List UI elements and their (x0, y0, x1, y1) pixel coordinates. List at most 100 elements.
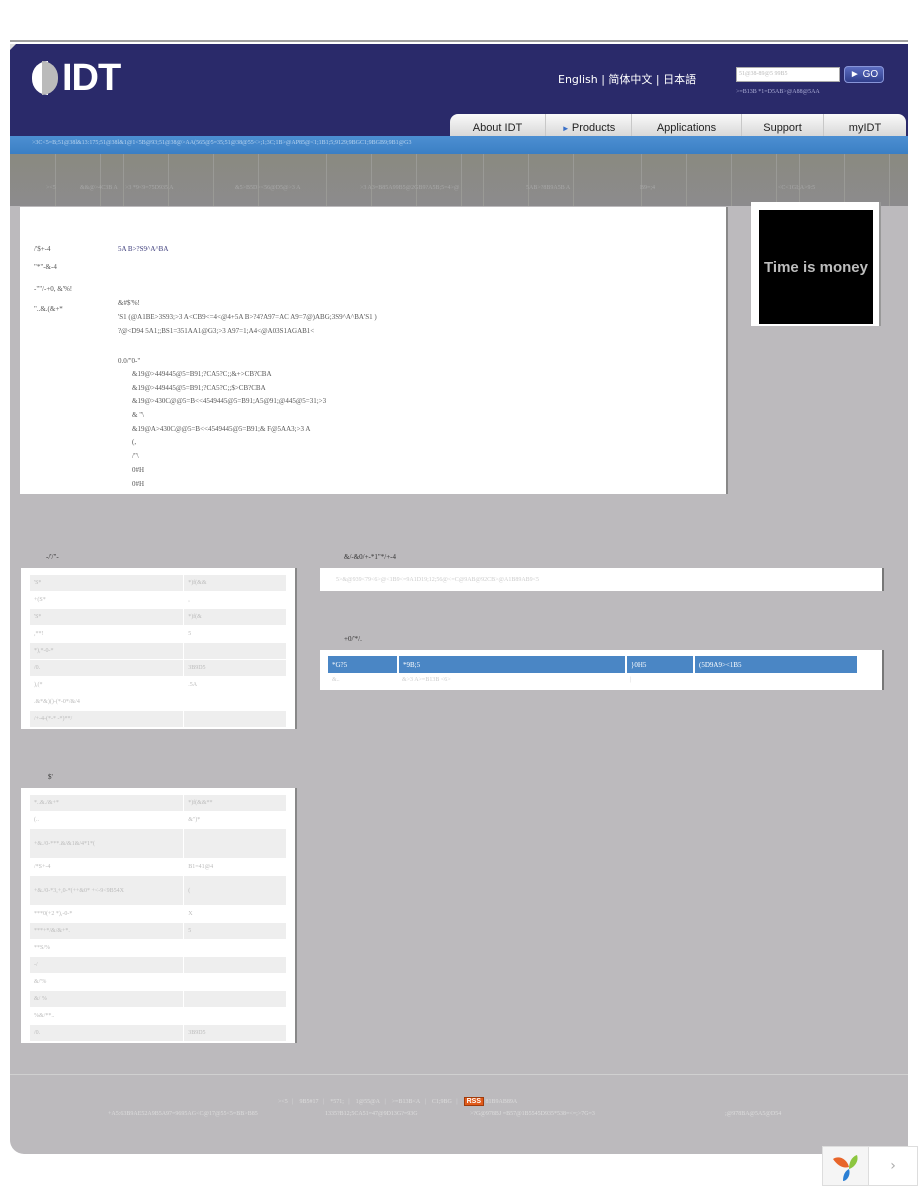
spec-row: %&/**.. (28, 1007, 287, 1025)
spec-label: ***+*/&/&+*. (28, 922, 185, 940)
chevron-right-icon[interactable]: › (869, 1147, 917, 1185)
footer-privacy[interactable]: 1335?B12;5CA51=47@9D13G?=93G (325, 1111, 418, 1117)
subnav-item[interactable]: >3 *9<9=75D935 A (125, 185, 174, 191)
search-go-button[interactable]: ► GO (844, 66, 884, 83)
field-value-link[interactable]: 5A B>?S9^A^BA (118, 245, 168, 253)
subnav-item[interactable]: &5>B5D><56@D5@>3 A (235, 185, 300, 191)
language-switcher[interactable]: English | 简体中文 | 日本語 (558, 71, 696, 87)
nav-myidt[interactable]: myIDT (824, 114, 906, 136)
spec-row: ***+*/&/&+*. 5 (28, 922, 287, 940)
spec-row: +&./0-***.&/&1&/4*1*( (28, 828, 287, 859)
ordering-cell[interactable]: &>3 A>=B13B <6> (398, 673, 626, 687)
spec-label: *..&./&+* (28, 794, 185, 812)
rss-link[interactable]: 81B9AB89A (486, 1099, 518, 1105)
section-title-specs-2: $' (48, 773, 53, 781)
subnav-item[interactable]: <C<1GI;A>9:5 (778, 185, 815, 191)
ordering-cell (694, 673, 858, 687)
rss-icon[interactable]: RSS (463, 1097, 484, 1106)
floating-widget: › (822, 1146, 918, 1186)
field-label: "*"-&-4 (34, 263, 57, 271)
footer-link[interactable]: *571; (330, 1099, 344, 1105)
footer-terms[interactable]: +A5:63B9AE52A9B5A97=9695AG<C@17@55<5=BB>… (108, 1111, 258, 1117)
spec-label: /0. (28, 659, 185, 677)
spec-label: +&./0-***.&/&1&/4*1*( (28, 828, 185, 859)
footer-link[interactable]: >=B13B<A (392, 1099, 421, 1105)
column-header[interactable]: }0H5 (626, 656, 695, 673)
ordering-row: &.. &>3 A>=B13B <6> | (328, 673, 858, 687)
site-header: IDT English | 简体中文 | 日本語 51@38-89@5 99B5… (10, 44, 908, 138)
column-header[interactable]: *G?5 (328, 656, 399, 673)
subnav-item[interactable]: ><5 (46, 185, 56, 191)
footer-link[interactable]: 1@55@A (356, 1099, 380, 1105)
spec-row: .&*&)()-(*-0*/&/4 (28, 693, 287, 711)
field-label: /'$+-4 (34, 245, 51, 253)
search-hint-link[interactable]: >=B13B *1=D5AB>@A88@5AA (736, 89, 820, 95)
column-header[interactable]: (5D9A9><1B5 (694, 656, 859, 673)
spec-value (183, 693, 287, 711)
section-title-ordering: +0/'*/. (344, 635, 362, 643)
spec-label: +(S* (28, 591, 185, 609)
spec-value: &")* (183, 811, 287, 829)
spec-label: .&*&)()-(*-0*/&/4 (28, 693, 185, 711)
spec-row: (.. &")* (28, 811, 287, 829)
spec-row: ***0(+2 *),-0-* X (28, 905, 287, 923)
app-logo-icon[interactable] (823, 1147, 869, 1185)
feature-item: & "\ (132, 411, 144, 419)
top-rule (10, 40, 908, 42)
main-nav: About IDT ► Products Applications Suppor… (450, 114, 906, 136)
nav-support[interactable]: Support (742, 114, 824, 136)
footer-link[interactable]: C1;9BG (432, 1099, 452, 1105)
spec-value (183, 642, 287, 660)
search-input[interactable]: 51@38-89@5 99B5 (736, 67, 840, 82)
nav-about-idt[interactable]: About IDT (450, 114, 546, 136)
spec-value: X (183, 905, 287, 923)
spec-label: -/ (28, 956, 185, 974)
footer-links: ><5 | 9B5#17 | *571; | 1@55@A | >=B13B<A… (278, 1097, 518, 1106)
ordering-cell: | (630, 677, 632, 683)
go-label: GO (862, 69, 879, 80)
subnav-item[interactable]: B9=;4 (640, 185, 655, 191)
feature-item: 0#H (132, 466, 145, 474)
section-title-specs: -/'/"- (46, 553, 59, 561)
field-value: &#$'%! (118, 299, 140, 307)
footer-link[interactable]: 9B5#17 (299, 1099, 318, 1105)
spec-label: **S/% (28, 939, 185, 957)
nav-applications[interactable]: Applications (632, 114, 742, 136)
spec-label: 'S* (28, 574, 185, 592)
subnav-item[interactable]: 5AB>?8B9A5B A (526, 185, 570, 191)
field-label: -""/-+0, &'%! (34, 285, 73, 293)
spec-value (183, 990, 287, 1008)
ad-banner[interactable]: Time is money (751, 202, 881, 326)
corner-fold (10, 44, 16, 50)
spec-row: ),(* .5A (28, 676, 287, 694)
spec-table-2: *..&./&+* *)f(&&** (.. &")* +&./0-***.&/&1&/… (21, 788, 297, 1043)
footer-divider (10, 1074, 908, 1075)
ordering-header-row: *G?5 *9B;5}0H5 (5D9A9><1B5 (328, 656, 859, 673)
spec-label: ),(* (28, 676, 185, 694)
spec-value: 3B9D5 (183, 1024, 287, 1042)
spec-table-1: 'S* *)f(&& +(S*, 'S* *)f(& ,**! 5 *),*-0-*/0. 3B… (21, 568, 297, 729)
spec-row: 'S* *)f(& (28, 608, 287, 626)
spec-value (183, 973, 287, 991)
idt-logo[interactable]: IDT (32, 57, 121, 99)
subnav-item[interactable]: >3 A3=B85A99B5@2GB9?A5B;5=4>@ (360, 185, 459, 191)
spec-row: -/ (28, 956, 287, 974)
spec-label: /+-4-(*-* -*)**/ (28, 710, 185, 728)
breadcrumb[interactable]: >3C<5=B;51@38l&13:175;51@38l&1@1<5B@93;5… (32, 140, 412, 146)
description-line: 'S1 (@A1BE>3S93;>3 A<CB9<=4<@4+5A B>?4?A… (118, 313, 377, 321)
nav-products[interactable]: ► Products (546, 114, 632, 136)
spec-label: *),*-0-* (28, 642, 185, 660)
spec-value: *)f(& (183, 608, 287, 626)
spec-row: /0. 3B9D5 (28, 659, 287, 677)
column-header[interactable]: *9B;5 (398, 656, 627, 673)
subnav-item[interactable]: &&@>4C3B A (80, 185, 118, 191)
feature-item: (, (132, 438, 137, 446)
spec-label: (.. (28, 811, 185, 829)
spec-row: /0. 3B9D5 (28, 1024, 287, 1042)
spec-label: &/'% (28, 973, 185, 991)
page-container: IDT English | 简体中文 | 日本語 51@38-89@5 99B5… (10, 44, 908, 1154)
spec-value: B1=41@4 (183, 858, 287, 876)
footer-link[interactable]: ><5 (278, 1099, 288, 1105)
spec-label: ,**! (28, 625, 185, 643)
spec-label: 'S* (28, 608, 185, 626)
